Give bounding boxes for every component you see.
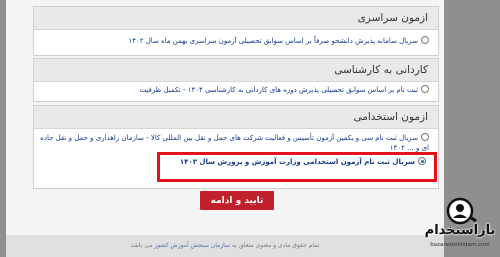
radio-button[interactable] (421, 36, 429, 44)
option-label: سریال ثبت نام آزمون استخدامی وزارت آموزش… (179, 158, 415, 166)
section-title: کاردانی به کارشناسی (34, 59, 438, 82)
option-label: سریال ثبت نام سی و یکمین آزمون تأسیس و ف… (40, 134, 429, 152)
radio-button[interactable] (421, 133, 429, 141)
section-sarasari: ازمون سراسری سریال سامانه پذیرش دانشجو ص… (33, 6, 439, 56)
confirm-continue-button[interactable]: تایید و ادامه (200, 191, 274, 210)
option-label: ثبت نام بر اساس سوابق تحصیلی پذیرش دوره … (139, 86, 418, 94)
footer-suffix: می باشد (130, 242, 153, 249)
footer: تمام حقوق مادی و معنوی متعلق به سازمان س… (6, 235, 444, 257)
section-kardani: کاردانی به کارشناسی ثبت نام بر اساس سواب… (33, 58, 439, 102)
selection-highlight-box (157, 152, 437, 182)
option-education-ministry-exam[interactable]: سریال ثبت نام آزمون استخدامی وزارت آموزش… (160, 157, 426, 167)
watermark-name: بازاستخدام (424, 223, 496, 238)
footer-link[interactable]: سازمان سنجش آموزش کشور (154, 242, 230, 249)
watermark-url: bazarestekhdam.com (430, 242, 490, 248)
section-title: ازمون سراسری (34, 7, 438, 30)
section-title: ازمون استخدامی (34, 106, 438, 129)
option-label: سریال سامانه پذیرش دانشجو صرفاً بر اساس … (128, 37, 418, 45)
option-sarasari-serial[interactable]: سریال سامانه پذیرش دانشجو صرفاً بر اساس … (40, 36, 429, 47)
option-kardani-register[interactable]: ثبت نام بر اساس سوابق تحصیلی پذیرش دوره … (40, 85, 429, 96)
option-transport-exam[interactable]: سریال ثبت نام سی و یکمین آزمون تأسیس و ف… (40, 133, 429, 153)
radio-button[interactable] (421, 85, 429, 93)
form-page: ازمون سراسری سریال سامانه پذیرش دانشجو ص… (6, 0, 444, 257)
radio-button-checked[interactable] (418, 157, 426, 165)
footer-text: تمام حقوق مادی و معنوی متعلق به (231, 242, 320, 249)
